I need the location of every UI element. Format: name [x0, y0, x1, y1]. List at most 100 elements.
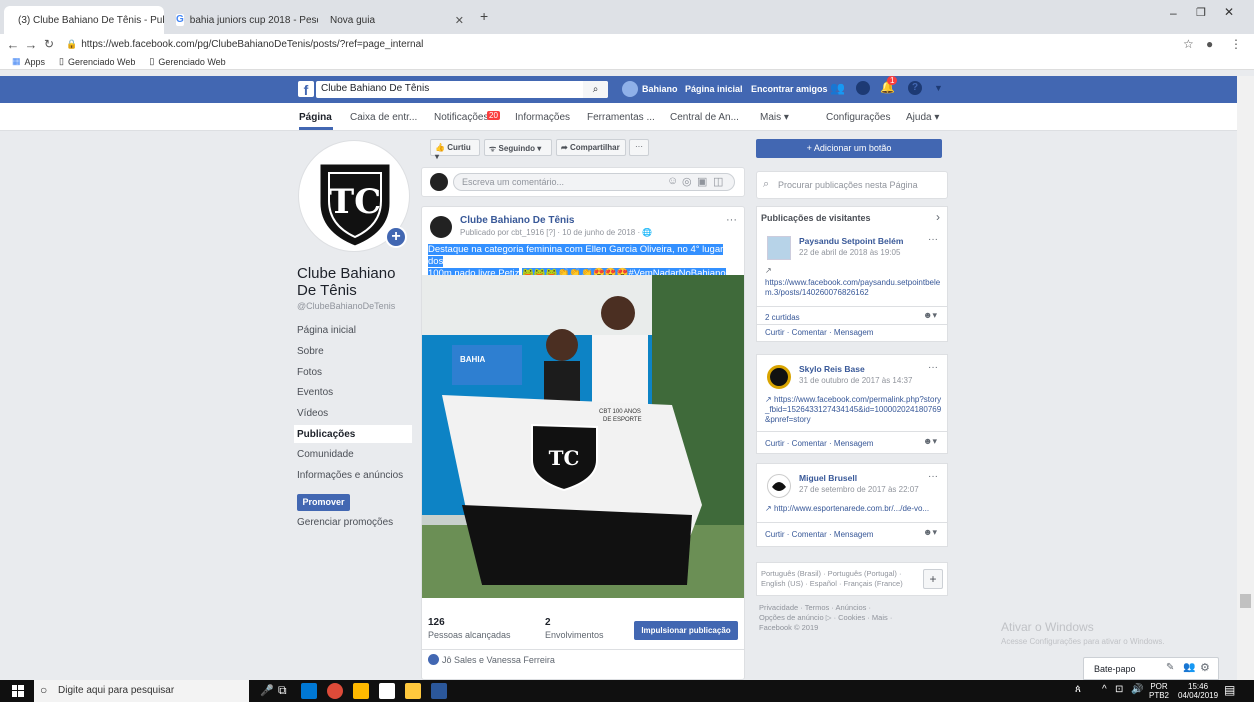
nav-posts[interactable]: Publicações [297, 429, 355, 440]
nav-info-ads[interactable]: Informações e anúncios [297, 470, 403, 481]
liked-button[interactable]: 👍 Curtiu ▾ [430, 139, 480, 161]
post-author[interactable]: Clube Bahiano De Tênis [460, 215, 574, 226]
post-options-icon[interactable]: ··· [928, 362, 938, 373]
browser-tab[interactable]: (3) Clube Bahiano De Tênis - Pub ✕ [4, 6, 164, 34]
more-actions-button[interactable]: ··· [629, 139, 649, 156]
bookmark-apps[interactable]: Apps [25, 57, 46, 67]
minimize-button[interactable]: – [1170, 6, 1177, 20]
tab-more[interactable]: Mais ▾ [760, 112, 789, 123]
network-icon[interactable]: ⊡ [1115, 684, 1123, 695]
mail-icon[interactable] [379, 683, 395, 699]
language-links[interactable]: Português (Brasil) · Português (Portugal… [761, 569, 903, 589]
visitor-link[interactable]: ↗ http://www.esportenarede.com.br/.../de… [765, 504, 943, 513]
language-indicator[interactable]: POR PTB2 [1149, 682, 1169, 700]
add-button-cta[interactable]: + Adicionar um botão [756, 139, 942, 158]
visitor-link[interactable]: ↗ https://www.facebook.com/permalink.php… [765, 395, 943, 425]
notification-center-icon[interactable]: ▤ [1224, 683, 1235, 697]
tray-chevron-icon[interactable]: ^ [1102, 684, 1107, 695]
camera-icon[interactable]: ◎ [682, 175, 692, 188]
tab-info[interactable]: Informações [515, 112, 570, 123]
people-icon[interactable]: ጰ [1075, 684, 1081, 695]
browser-tab[interactable]: Nova guia ✕ [322, 6, 472, 34]
likes-count[interactable]: 2 curtidas [765, 313, 800, 322]
nav-community[interactable]: Comunidade [297, 449, 354, 460]
tab-inbox[interactable]: Caixa de entr... [350, 112, 417, 123]
find-friends-link[interactable]: Encontrar amigos [751, 84, 828, 94]
reaction-dropdown-icon[interactable]: ☻▾ [923, 310, 937, 321]
reaction-dropdown-icon[interactable]: ☻▾ [923, 527, 937, 538]
contacts-icon[interactable]: 👥 [1183, 662, 1195, 673]
visitor-avatar[interactable] [767, 236, 791, 260]
file-explorer-icon[interactable] [405, 683, 421, 699]
post-actions[interactable]: Curtir · Comentar · Mensagem [765, 439, 873, 448]
tab-ad-center[interactable]: Central de An... [670, 112, 739, 123]
tab-settings[interactable]: Configurações [826, 112, 890, 123]
close-window-button[interactable]: ✕ [1224, 5, 1234, 19]
visitor-name[interactable]: Paysandu Setpoint Belém [799, 236, 903, 246]
post-author-avatar[interactable] [430, 216, 452, 238]
bookmark-item[interactable]: Gerenciado Web [158, 57, 225, 67]
back-arrow-icon[interactable]: ← [4, 37, 22, 52]
store-icon[interactable] [353, 683, 369, 699]
taskbar-search-input[interactable]: ○ Digite aqui para pesquisar [34, 680, 249, 702]
reload-icon[interactable]: ↻ [40, 37, 58, 51]
following-button[interactable]: ᯤ Seguindo ▾ [484, 139, 552, 156]
chevron-right-icon[interactable]: › [936, 210, 940, 224]
profile-icon[interactable]: ● [1206, 37, 1213, 51]
visitor-link[interactable]: https://www.facebook.com/paysandu.setpoi… [765, 278, 943, 298]
post-photo[interactable]: TC BAHIA CBT 100 ANOS DE ESPORTE [422, 275, 744, 598]
word-icon[interactable] [431, 683, 447, 699]
search-icon[interactable]: ⌕ [583, 81, 608, 98]
microphone-icon[interactable]: 🎤 [260, 684, 274, 697]
nav-photos[interactable]: Fotos [297, 367, 322, 378]
search-posts-box[interactable]: ⌕ Procurar publicações nesta Página [756, 171, 948, 199]
compose-icon[interactable]: ✎ [1166, 662, 1174, 673]
nav-videos[interactable]: Vídeos [297, 408, 328, 419]
tab-tools[interactable]: Ferramentas ... [587, 112, 655, 123]
friend-requests-icon[interactable]: 👥 [830, 81, 845, 95]
tab-pagina[interactable]: Página [299, 112, 332, 123]
chevron-down-icon[interactable]: ▼ [934, 83, 943, 93]
facebook-logo-icon[interactable]: f [298, 81, 314, 98]
new-tab-button[interactable]: + [480, 8, 488, 24]
emoji-icon[interactable]: ☺ [667, 175, 678, 187]
comment-input[interactable]: Escreva um comentário... [453, 173, 735, 191]
visitor-avatar[interactable] [767, 365, 791, 389]
browser-tab[interactable]: G bahia juniors cup 2018 - Pesquis ✕ [168, 6, 318, 34]
post-actions[interactable]: Curtir · Comentar · Mensagem [765, 328, 873, 337]
task-view-icon[interactable]: ⧉ [278, 683, 287, 698]
footer-links[interactable]: Privacidade · Termos · Anúncios · Opções… [759, 603, 892, 633]
bookmark-item[interactable]: Gerenciado Web [68, 57, 135, 67]
gif-icon[interactable]: ▣ [697, 175, 707, 188]
search-input[interactable]: Clube Bahiano De Tênis [316, 81, 608, 98]
url-field[interactable]: https://web.facebook.com/pg/ClubeBahiano… [81, 39, 423, 50]
gear-icon[interactable]: ⚙ [1200, 661, 1210, 674]
star-icon[interactable]: ☆ [1183, 37, 1194, 51]
promote-button[interactable]: Promover [297, 494, 350, 511]
outlook-icon[interactable] [301, 683, 317, 699]
forward-arrow-icon[interactable]: → [22, 37, 40, 52]
manage-promotions-link[interactable]: Gerenciar promoções [297, 517, 393, 528]
nav-home[interactable]: Página inicial [297, 325, 356, 336]
sticker-icon[interactable]: ◫ [713, 175, 723, 188]
volume-icon[interactable]: 🔊 [1131, 684, 1143, 695]
tab-notifications[interactable]: Notificações [434, 112, 488, 123]
chat-bar[interactable]: Bate-papo ✎ 👥 ⚙ [1083, 657, 1219, 680]
avatar[interactable] [622, 81, 638, 97]
visitor-avatar[interactable] [767, 474, 791, 498]
post-options-icon[interactable]: ··· [726, 214, 737, 226]
maximize-button[interactable]: ❐ [1196, 6, 1206, 19]
chrome-icon[interactable] [327, 683, 343, 699]
tab-help[interactable]: Ajuda ▾ [906, 112, 939, 123]
visitor-name[interactable]: Skylo Reis Base [799, 364, 865, 374]
windows-start-icon[interactable] [12, 685, 24, 697]
messenger-icon[interactable] [856, 81, 870, 95]
likers-text[interactable]: Jô Sales e Vanessa Ferreira [442, 655, 555, 665]
post-options-icon[interactable]: ··· [928, 471, 938, 482]
post-actions[interactable]: Curtir · Comentar · Mensagem [765, 530, 873, 539]
scrollbar[interactable] [1237, 76, 1254, 680]
share-button[interactable]: ➦ Compartilhar [556, 139, 626, 156]
menu-icon[interactable]: ⋮ [1230, 37, 1242, 51]
home-link[interactable]: Página inicial [685, 84, 743, 94]
close-tab-icon[interactable]: ✕ [455, 14, 464, 27]
